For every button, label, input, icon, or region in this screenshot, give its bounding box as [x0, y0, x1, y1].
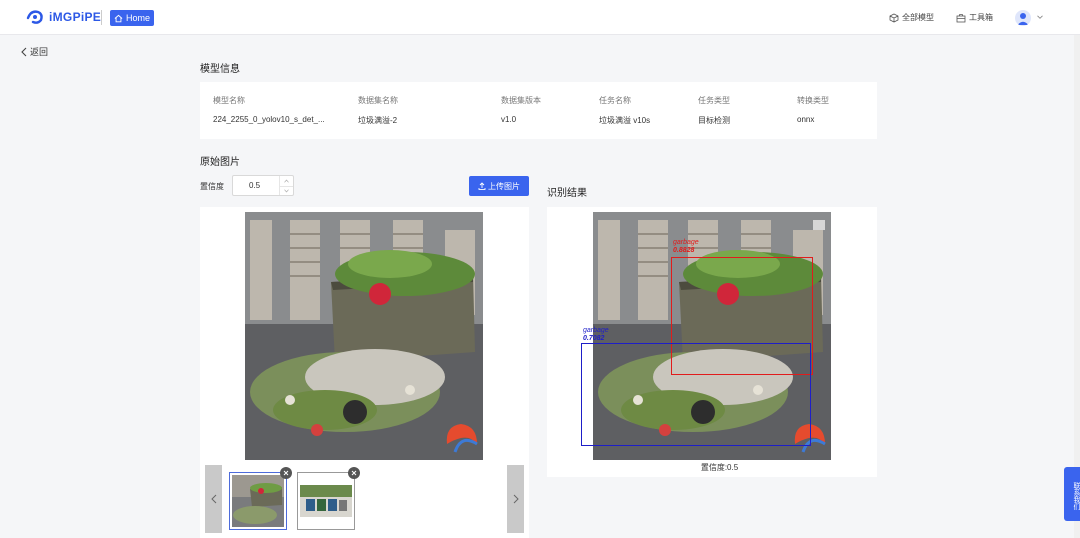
remove-thumbnail-button[interactable] [280, 467, 292, 479]
nav-toolbox-label: 工具箱 [969, 13, 993, 22]
contact-us-label: 联系我们 [1073, 482, 1080, 510]
increase-button[interactable] [280, 176, 293, 186]
confidence-value: 0.5 [249, 181, 261, 190]
info-label: 任务名称 [599, 96, 631, 105]
thumbnail-garbage-2[interactable] [297, 467, 360, 530]
info-label: 任务类型 [698, 96, 730, 105]
upload-image-button[interactable]: 上传图片 [469, 176, 529, 196]
top-navigation-bar: iMGPiPE Home 全部模型 工具箱 [0, 0, 1080, 35]
upload-icon [478, 182, 486, 190]
info-value: 224_2255_0_yolov10_s_det_... [213, 115, 325, 124]
original-image [245, 212, 483, 460]
app-logo[interactable]: iMGPiPE [26, 9, 101, 25]
cube-icon [889, 13, 899, 22]
result-title: 识别结果 [547, 188, 587, 199]
contact-us-tab[interactable]: 联系我们 [1064, 467, 1080, 521]
nav-all-models[interactable]: 全部模型 [889, 12, 934, 23]
toolbox-icon [956, 13, 966, 22]
thumbnail-garbage-1[interactable] [229, 467, 292, 530]
confidence-label: 置信度 [200, 182, 224, 191]
thumbnail-image [300, 485, 352, 517]
chevron-down-icon [284, 189, 289, 193]
thumbnail-image [232, 475, 284, 527]
home-icon [114, 14, 123, 22]
logo-text: iMGPiPE [49, 10, 102, 24]
info-value: 垃圾满溢-2 [358, 116, 398, 125]
confidence-stepper [279, 176, 293, 195]
remove-thumbnail-button[interactable] [348, 467, 360, 479]
user-avatar[interactable] [1015, 10, 1031, 26]
chevron-left-icon [21, 47, 27, 56]
detection-label-1: garbage 0.8828 [673, 239, 699, 255]
decrease-button[interactable] [280, 185, 293, 196]
info-label: 转换类型 [797, 96, 829, 105]
info-value: 目标检测 [698, 116, 730, 125]
logo-divider [101, 10, 102, 25]
home-button[interactable]: Home [110, 10, 155, 26]
back-link[interactable]: 返回 [20, 45, 48, 58]
detection-class: garbage [583, 327, 609, 334]
info-convert-type: 转换类型 onnx [797, 95, 829, 124]
chevron-right-icon [513, 494, 519, 504]
back-label: 返回 [30, 47, 49, 57]
info-task-type: 任务类型 目标检测 [698, 95, 730, 126]
info-label: 数据集名称 [358, 96, 398, 105]
info-value: onnx [797, 115, 815, 124]
original-image-title: 原始图片 [200, 157, 240, 168]
info-label: 数据集版本 [501, 96, 541, 105]
result-confidence-caption: 置信度:0.5 [700, 463, 739, 472]
confidence-input[interactable]: 0.5 [232, 175, 294, 196]
detection-score: 0.8828 [673, 247, 695, 254]
logo-icon [26, 10, 43, 24]
model-info-title: 模型信息 [200, 64, 240, 75]
info-task-name: 任务名称 垃圾满溢 v10s [599, 95, 650, 126]
detection-class: garbage [673, 239, 699, 246]
detection-box-2 [581, 343, 811, 446]
home-label: Home [126, 13, 151, 23]
close-icon [283, 470, 289, 476]
nav-toolbox[interactable]: 工具箱 [956, 12, 993, 23]
close-icon [351, 470, 357, 476]
info-model-name: 模型名称 224_2255_0_yolov10_s_det_... [213, 95, 325, 124]
info-value: v1.0 [501, 115, 517, 124]
nav-all-models-label: 全部模型 [902, 13, 934, 22]
info-dataset-name: 数据集名称 垃圾满溢-2 [358, 95, 398, 126]
chevron-down-icon[interactable] [1036, 13, 1044, 21]
detection-label-2: garbage 0.7082 [583, 327, 609, 343]
page-scrollbar[interactable] [1074, 35, 1080, 538]
carousel-next-button[interactable] [507, 465, 524, 533]
carousel-prev-button[interactable] [205, 465, 222, 533]
info-value: 垃圾满溢 v10s [599, 116, 651, 125]
chevron-up-icon [284, 179, 289, 183]
model-info-card: 模型名称 224_2255_0_yolov10_s_det_... 数据集名称 … [200, 82, 877, 139]
info-label: 模型名称 [213, 96, 245, 105]
upload-label: 上传图片 [488, 181, 520, 191]
info-dataset-version: 数据集版本 v1.0 [501, 95, 541, 124]
user-icon [1017, 13, 1029, 25]
chevron-left-icon [210, 494, 216, 504]
detection-score: 0.7082 [583, 335, 605, 342]
